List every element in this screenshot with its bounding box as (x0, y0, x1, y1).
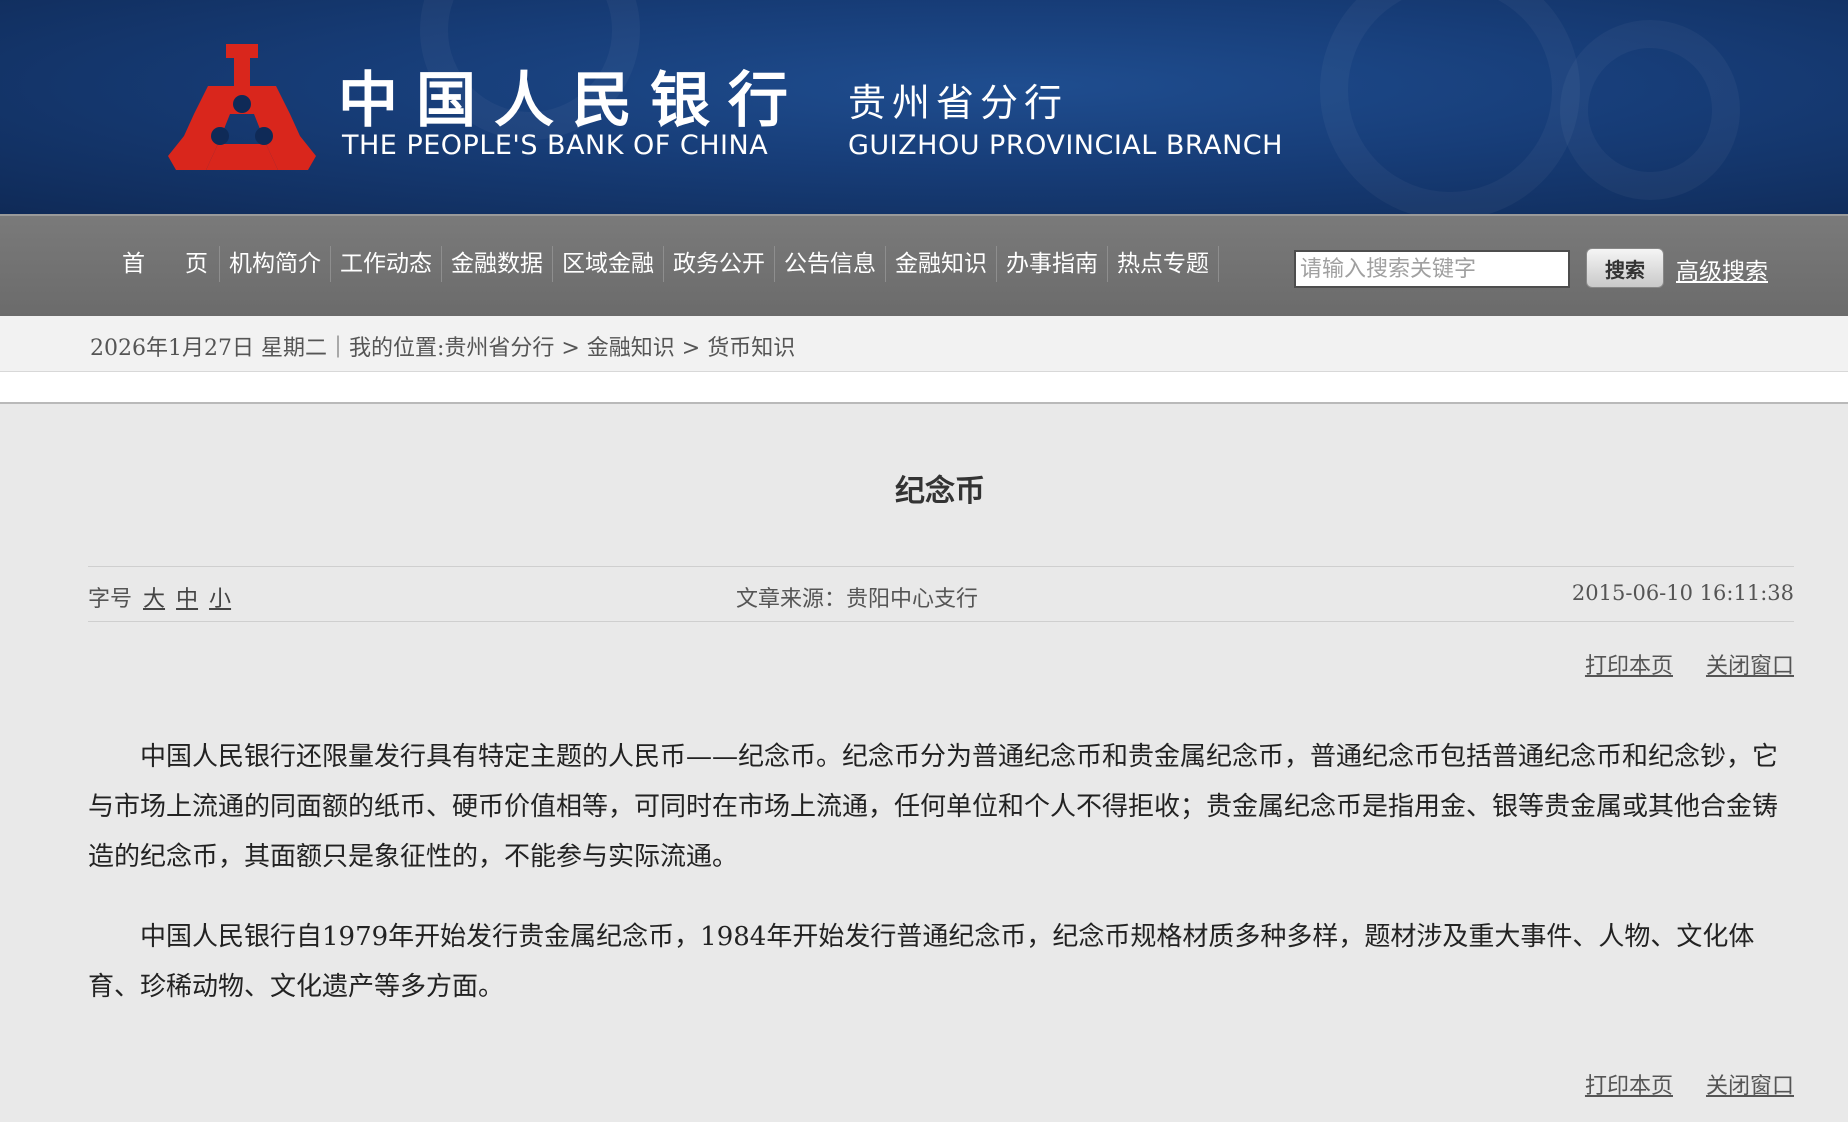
branch-name-cn: 贵州省分行 (848, 81, 1069, 125)
article-source: 文章来源：贵阳中心支行 (736, 587, 979, 612)
close-window-link[interactable]: 关闭窗口 (1706, 654, 1794, 679)
breadcrumb: 2026年1月27日 星期二｜我的位置:贵州省分行 > 金融知识 > 货币知识 (90, 336, 796, 361)
search-button[interactable]: 搜索 (1586, 248, 1664, 288)
nav-item-home[interactable]: 首页 (112, 246, 220, 282)
font-size-small-link[interactable]: 小 (209, 587, 231, 612)
print-page-link[interactable]: 打印本页 (1585, 654, 1673, 679)
advanced-search-link[interactable]: 高级搜索 (1676, 252, 1768, 286)
nav-item-financial-knowledge[interactable]: 金融知识 (886, 246, 997, 282)
banner-watermark (1320, 0, 1580, 214)
nav-item-news[interactable]: 工作动态 (331, 246, 442, 282)
article-title: 纪念币 (895, 474, 985, 509)
font-size-large-link[interactable]: 大 (143, 587, 165, 612)
article-tools-bottom: 打印本页 关闭窗口 (1559, 1068, 1794, 1100)
font-size-label: 字号 (88, 587, 133, 612)
nav-menu: 首页 机构简介 工作动态 金融数据 区域金融 政务公开 公告信息 金融知识 办事… (112, 246, 1219, 282)
breadcrumb-bar: 2026年1月27日 星期二｜我的位置:贵州省分行 > 金融知识 > 货币知识 (0, 316, 1848, 372)
font-size-switcher: 字号 大 中 小 (88, 581, 231, 613)
nav-item-hot-topics[interactable]: 热点专题 (1108, 246, 1219, 282)
nav-item-regional-finance[interactable]: 区域金融 (553, 246, 664, 282)
bank-name-en: THE PEOPLE'S BANK OF CHINA (342, 130, 769, 161)
site-banner: 中国人民银行 THE PEOPLE'S BANK OF CHINA 贵州省分行 … (0, 0, 1848, 214)
article-paragraph: 中国人民银行自1979年开始发行贵金属纪念币，1984年开始发行普通纪念币，纪念… (88, 922, 1755, 1002)
article-paragraph: 中国人民银行还限量发行具有特定主题的人民币——纪念币。纪念币分为普通纪念币和贵金… (88, 742, 1779, 872)
nav-item-financial-data[interactable]: 金融数据 (442, 246, 553, 282)
article-date: 2015-06-10 16:11:38 (1571, 581, 1794, 605)
print-page-link[interactable]: 打印本页 (1585, 1074, 1673, 1099)
nav-item-about[interactable]: 机构简介 (220, 246, 331, 282)
nav-item-service-guide[interactable]: 办事指南 (997, 246, 1108, 282)
search-input[interactable] (1294, 250, 1570, 288)
main-nav: 首页 机构简介 工作动态 金融数据 区域金融 政务公开 公告信息 金融知识 办事… (0, 214, 1848, 316)
nav-item-announcements[interactable]: 公告信息 (775, 246, 886, 282)
pboc-logo-icon[interactable] (168, 40, 316, 172)
banner-watermark (1560, 20, 1740, 200)
bank-name-cn: 中国人民银行 (338, 66, 806, 136)
nav-item-government-affairs[interactable]: 政务公开 (664, 246, 775, 282)
branch-name-en: GUIZHOU PROVINCIAL BRANCH (848, 130, 1283, 161)
close-window-link[interactable]: 关闭窗口 (1706, 1074, 1794, 1099)
divider-strip (0, 372, 1848, 404)
article-tools-top: 打印本页 关闭窗口 (1559, 648, 1794, 680)
font-size-medium-link[interactable]: 中 (176, 587, 198, 612)
article-body: 中国人民银行还限量发行具有特定主题的人民币——纪念币。纪念币分为普通纪念币和贵金… (88, 732, 1794, 1042)
article-meta-bar: 字号 大 中 小 文章来源：贵阳中心支行 2015-06-10 16:11:38 (88, 566, 1794, 622)
